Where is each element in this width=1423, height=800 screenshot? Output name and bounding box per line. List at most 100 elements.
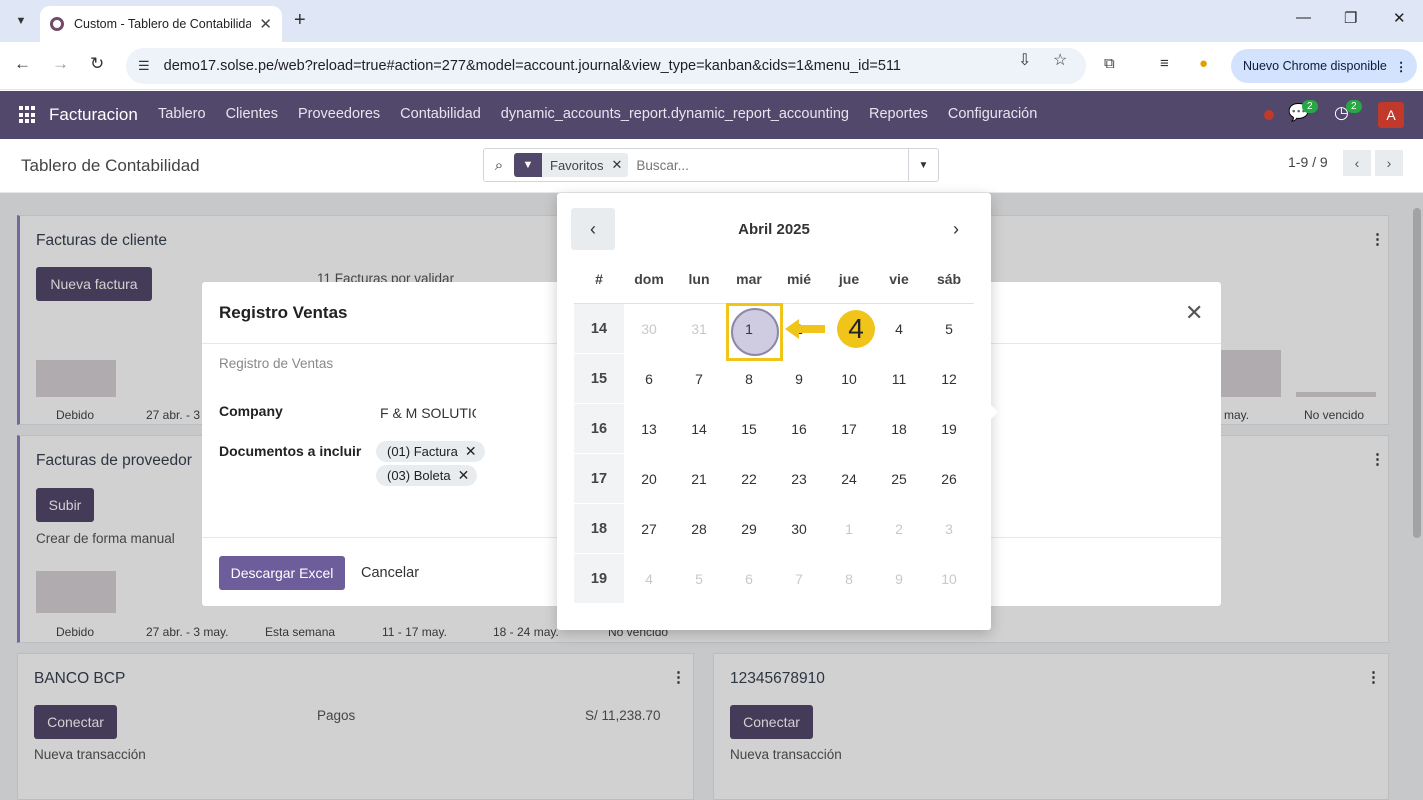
calendar-day[interactable]: 9 <box>874 554 924 604</box>
calendar-day[interactable]: 6 <box>624 354 674 404</box>
calendar-day[interactable]: 21 <box>674 454 724 504</box>
user-avatar[interactable]: A <box>1378 102 1404 128</box>
calendar-day[interactable]: 8 <box>824 554 874 604</box>
modal-subtitle: Registro de Ventas <box>219 356 334 371</box>
calendar-day[interactable]: 29 <box>724 504 774 554</box>
window-close-icon[interactable]: ✕ <box>1393 9 1406 27</box>
apps-grid-icon[interactable] <box>19 106 37 124</box>
calendar-day-selected[interactable]: 1 <box>724 303 783 361</box>
calendar-day[interactable]: 28 <box>674 504 724 554</box>
activity-badge: 2 <box>1346 100 1362 113</box>
facet-remove-icon[interactable]: ✕ <box>611 157 628 173</box>
calendar-day[interactable]: 25 <box>874 454 924 504</box>
calendar-day[interactable]: 30 <box>624 304 674 354</box>
calendar-day[interactable]: 7 <box>774 554 824 604</box>
tab-title: Custom - Tablero de Contabilidad <box>73 17 252 31</box>
tab-list-chevron-icon[interactable]: ▼ <box>8 8 34 34</box>
next-month-chevron-icon[interactable]: › <box>934 208 978 250</box>
calendar-day[interactable]: 26 <box>924 454 974 504</box>
calendar-day[interactable]: 4 <box>874 304 924 354</box>
extensions-puzzle-icon[interactable]: ⧉ <box>1104 55 1115 72</box>
calendar-day[interactable]: 11 <box>874 354 924 404</box>
calendar-day[interactable]: 18 <box>874 404 924 454</box>
week-number: 17 <box>574 454 624 504</box>
datepicker-month-title[interactable]: Abril 2025 <box>557 221 991 238</box>
back-arrow-icon[interactable]: ← <box>14 54 31 74</box>
menu-item-contabilidad[interactable]: Contabilidad <box>400 106 481 122</box>
calendar-day[interactable]: 9 <box>774 354 824 404</box>
menu-item-proveedores[interactable]: Proveedores <box>298 106 380 122</box>
calendar-day[interactable]: 23 <box>774 454 824 504</box>
restore-icon[interactable]: ❐ <box>1344 9 1357 27</box>
calendar-day[interactable]: 12 <box>924 354 974 404</box>
calendar-day[interactable]: 8 <box>724 354 774 404</box>
calendar-day[interactable]: 10 <box>924 554 974 604</box>
modal-close-icon[interactable]: ✕ <box>1185 300 1203 326</box>
calendar-day[interactable]: 7 <box>674 354 724 404</box>
calendar-day[interactable]: 14 <box>674 404 724 454</box>
install-app-icon[interactable]: ⇩ <box>1018 50 1031 70</box>
reload-icon[interactable]: ↻ <box>90 54 104 74</box>
modal-title: Registro Ventas <box>219 303 348 322</box>
app-brand[interactable]: Facturacion <box>49 105 138 125</box>
download-excel-button[interactable]: Descargar Excel <box>219 556 345 590</box>
calendar-day[interactable]: 16 <box>774 404 824 454</box>
search-icon[interactable]: ⌕ <box>484 157 514 174</box>
cancel-button[interactable]: Cancelar <box>361 565 419 581</box>
calendar-day[interactable]: 3 <box>924 504 974 554</box>
calendar-day[interactable]: 22 <box>724 454 774 504</box>
week-number: 18 <box>574 504 624 554</box>
pager-next-icon[interactable]: › <box>1375 150 1403 176</box>
calendar-day[interactable]: 20 <box>624 454 674 504</box>
calendar-day[interactable]: 5 <box>924 304 974 354</box>
calendar-day[interactable]: 13 <box>624 404 674 454</box>
search-input[interactable] <box>636 157 887 173</box>
search-toggle-caret-icon[interactable]: ▼ <box>908 149 938 181</box>
calendar-day[interactable]: 17 <box>824 404 874 454</box>
calendar-day[interactable]: 10 <box>824 354 874 404</box>
tag-remove-icon[interactable]: ✕ <box>458 467 470 484</box>
company-field[interactable]: F & M SOLUTIONS <box>380 405 476 421</box>
calendar-day[interactable]: 6 <box>724 554 774 604</box>
calendar-day[interactable]: 30 <box>774 504 824 554</box>
weekday-header: lun <box>688 271 710 287</box>
datepicker-popover: ‹ Abril 2025 › # dom lun mar mié jue vie… <box>557 193 991 630</box>
weekday-header: jue <box>838 271 860 287</box>
calendar-week-row: 17 20 21 22 23 24 25 26 <box>574 454 974 504</box>
calendar-day[interactable]: 24 <box>824 454 874 504</box>
menu-item-clientes[interactable]: Clientes <box>226 106 278 122</box>
week-number-header: # <box>595 271 603 287</box>
week-number: 16 <box>574 404 624 454</box>
calendar-day[interactable]: 31 <box>674 304 724 354</box>
minimize-icon[interactable]: — <box>1296 9 1311 26</box>
forward-arrow-icon[interactable]: → <box>52 54 69 74</box>
calendar-day[interactable]: 19 <box>924 404 974 454</box>
menu-item-reportes[interactable]: Reportes <box>869 106 928 122</box>
menu-item-configuracion[interactable]: Configuración <box>948 106 1037 122</box>
profile-bell-icon[interactable]: ● <box>1199 55 1208 72</box>
company-label: Company <box>219 403 283 419</box>
pager-prev-icon[interactable]: ‹ <box>1343 150 1371 176</box>
site-info-icon[interactable]: ☰ <box>138 58 150 74</box>
calendar-day[interactable]: 27 <box>624 504 674 554</box>
tag-factura: (01) Factura ✕ <box>376 441 485 462</box>
media-queue-icon[interactable]: ≡ <box>1160 55 1169 72</box>
address-bar[interactable]: ☰ demo17.solse.pe/web?reload=true#action… <box>126 48 1086 84</box>
calendar-day[interactable]: 15 <box>724 404 774 454</box>
new-tab-plus-icon[interactable]: + <box>294 9 306 32</box>
chrome-update-button[interactable]: Nuevo Chrome disponible ⋮ <box>1231 49 1417 83</box>
calendar-day[interactable]: 1 <box>824 504 874 554</box>
calendar-day[interactable]: 4 <box>624 554 674 604</box>
tag-remove-icon[interactable]: ✕ <box>465 443 477 460</box>
weekday-header: vie <box>889 271 909 287</box>
browser-tab[interactable]: Custom - Tablero de Contabilidad ✕ <box>40 6 282 42</box>
odoo-navbar: Facturacion Tablero Clientes Proveedores… <box>0 91 1423 139</box>
tab-close-icon[interactable]: ✕ <box>259 15 272 33</box>
bookmark-star-icon[interactable]: ☆ <box>1053 50 1067 70</box>
menu-item-tablero[interactable]: Tablero <box>158 106 206 122</box>
calendar-day[interactable]: 2 <box>874 504 924 554</box>
popover-caret <box>990 404 998 420</box>
menu-item-dynamic-report[interactable]: dynamic_accounts_report.dynamic_report_a… <box>501 106 849 122</box>
tag-label: (03) Boleta <box>387 468 451 483</box>
calendar-day[interactable]: 5 <box>674 554 724 604</box>
